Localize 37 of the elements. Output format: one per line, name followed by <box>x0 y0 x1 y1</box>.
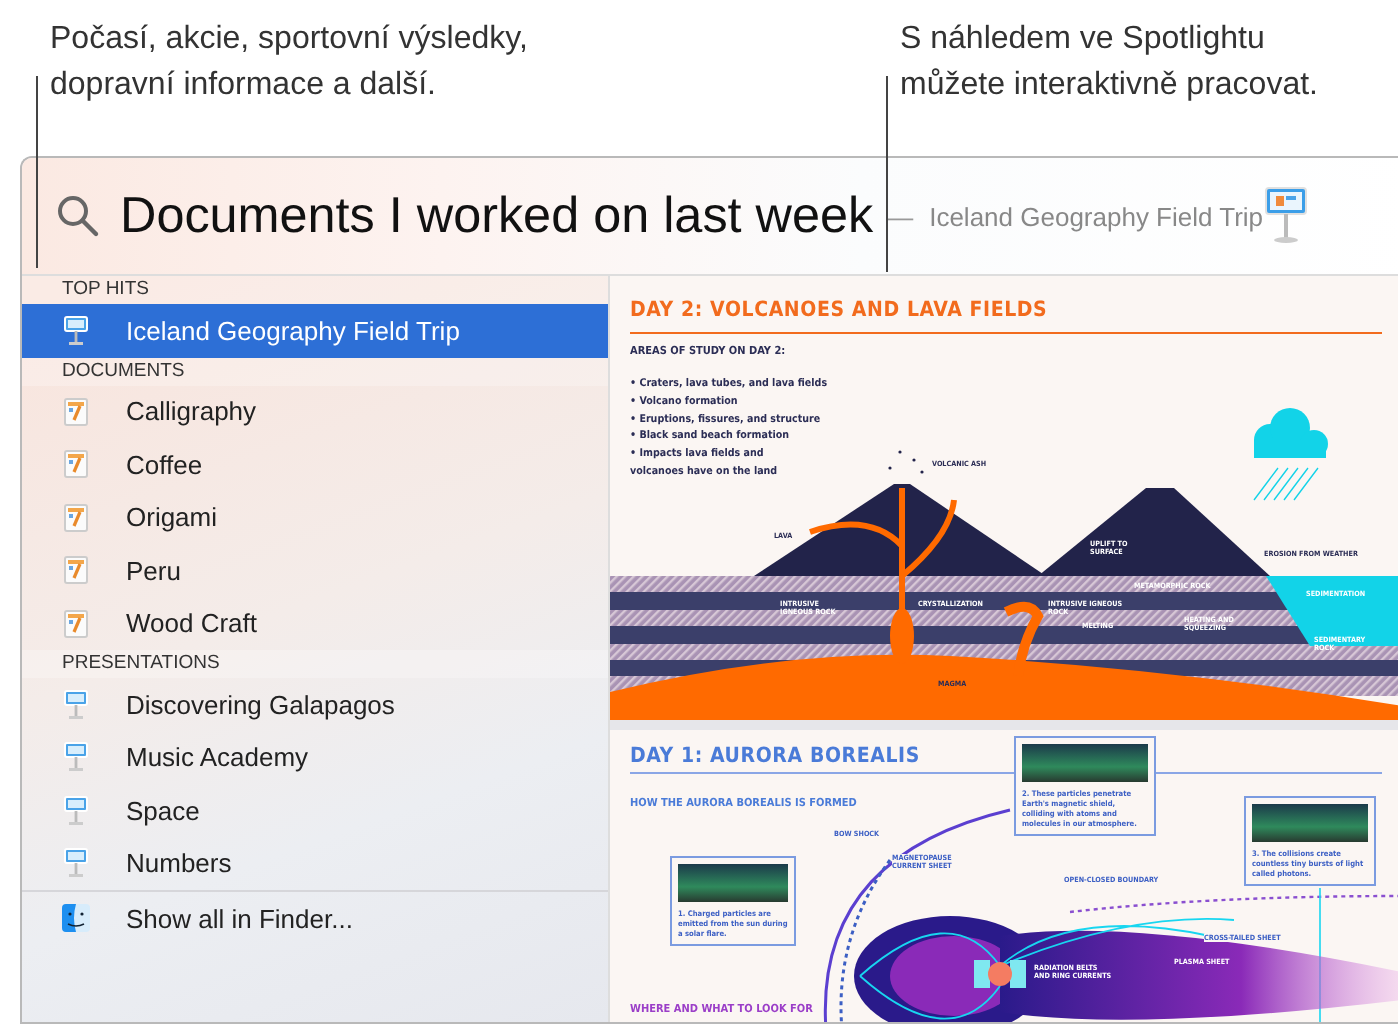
callout-text: S náhledem ve Spotlightu můžete interaktivně pracovat. <box>900 20 1320 106</box>
photo-placeholder <box>1252 804 1368 842</box>
show-all-in-finder-item[interactable]: Show all in Finder... <box>22 890 608 945</box>
section-title: DAY 1: AURORA BOREALIS <box>630 744 920 768</box>
document-icon <box>64 609 88 638</box>
result-item[interactable]: Calligraphy <box>22 385 608 438</box>
section-header: DOCUMENTS <box>22 357 608 385</box>
result-item[interactable]: Iceland Geography Field Trip <box>22 304 608 357</box>
section-header: TOP HITS <box>22 276 608 304</box>
result-item[interactable]: Coffee <box>22 438 608 491</box>
result-item[interactable]: Wood Craft <box>22 597 608 650</box>
photo-placeholder <box>1022 744 1148 782</box>
result-item[interactable]: Music Academy <box>22 731 608 784</box>
document-icon <box>64 556 88 585</box>
document-icon <box>64 503 88 532</box>
document-icon <box>64 397 88 426</box>
result-item[interactable]: Discovering Galapagos <box>22 678 608 731</box>
photo-placeholder <box>678 864 788 902</box>
presentation-icon <box>64 848 88 879</box>
callout-text: Počasí, akcie, sportovní výsledky, dopravní informace a další. <box>50 20 530 106</box>
presentation-icon <box>64 795 88 826</box>
result-item[interactable]: Peru <box>22 544 608 597</box>
suggestion-text: Iceland Geography Field Trip <box>929 201 1264 231</box>
presentation-icon <box>64 689 88 720</box>
presentation-icon <box>64 742 88 773</box>
search-icon <box>56 194 100 238</box>
result-item[interactable]: Space <box>22 784 608 837</box>
result-item[interactable]: Numbers <box>22 837 608 890</box>
search-query[interactable]: Documents I worked on last week <box>120 187 874 245</box>
presentation-icon <box>1263 186 1308 246</box>
document-icon <box>64 450 88 479</box>
finder-icon <box>62 904 90 933</box>
result-item[interactable]: Origami <box>22 491 608 544</box>
presentation-icon <box>64 315 88 346</box>
dash-separator: — <box>887 201 914 231</box>
section-header: PRESENTATIONS <box>22 650 608 678</box>
section-title: DAY 2: VOLCANOES AND LAVA FIELDS <box>630 298 1048 322</box>
